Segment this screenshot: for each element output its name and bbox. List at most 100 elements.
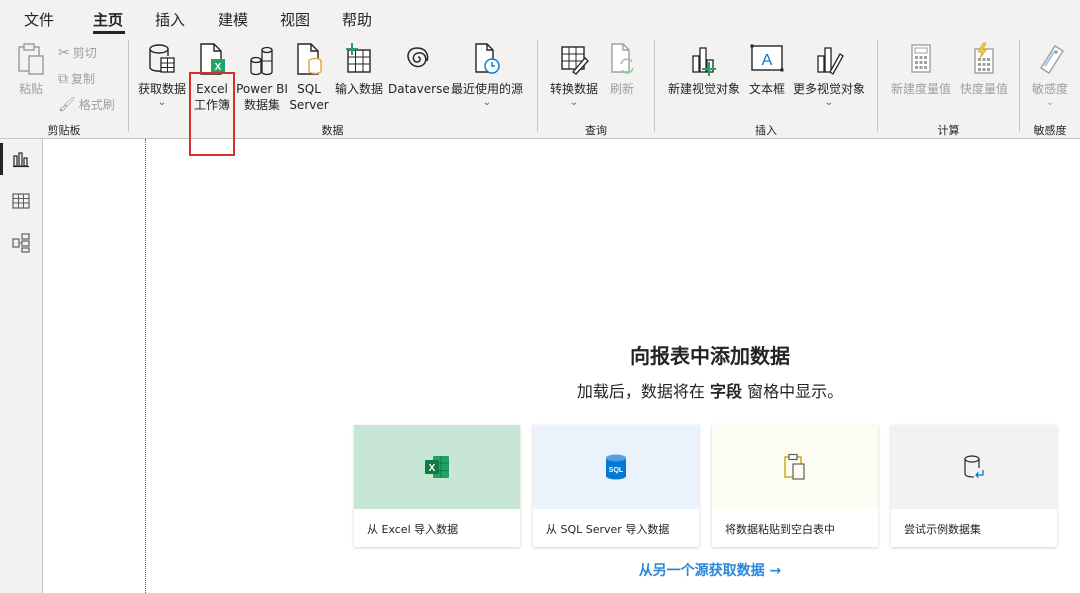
get-data-label: 获取数据 [137,82,186,96]
sample-data-icon [964,455,984,478]
sql-label-line1: SQL [297,82,321,96]
calculator-icon [911,44,931,73]
quick-measure-label: 快度量值 [959,82,1008,96]
brush-icon: 🖌 [58,96,76,113]
cut-button[interactable]: ✂ 剪切 [58,44,97,61]
import-excel-label: 从 Excel 导入数据 [367,523,459,536]
transform-data-icon [561,46,589,75]
excel-label-line2: 工作簿 [193,98,230,112]
chevron-down-icon: ⌄ [569,97,579,108]
text-box-icon: A [750,44,784,72]
quick-measure-button[interactable]: 快度量值 [956,42,1012,97]
import-excel-card[interactable]: X 从 Excel 导入数据 [354,425,520,547]
text-box-label: 文本框 [748,82,785,96]
sensitivity-button[interactable]: 敏感度 ⌄ [1024,42,1076,109]
powerbi-label-line2: 数据集 [243,98,280,112]
bar-chart-icon [13,152,29,168]
refresh-icon [611,43,634,74]
tab-insert[interactable]: 插入 [155,9,185,30]
excel-label-line1: Excel [196,82,228,96]
svg-text:X: X [215,62,222,73]
get-data-another-source-link[interactable]: 从另一个源获取数据 → [560,560,860,580]
tab-file[interactable]: 文件 [24,9,54,30]
paste-icon [18,43,44,75]
new-measure-button[interactable]: 新建度量值 [886,42,956,97]
import-sql-card[interactable]: SQL 从 SQL Server 导入数据 [533,425,699,547]
sql-database-icon: SQL [606,454,626,480]
more-visuals-icon [817,47,844,75]
model-view-button[interactable] [0,223,42,263]
tab-home[interactable]: 主页 [93,9,123,30]
dataverse-button[interactable]: Dataverse [388,42,450,97]
table-view-button[interactable] [0,181,42,221]
new-visual-icon [692,47,716,76]
data-group-label: 数据 [321,124,344,137]
empty-state-subtitle: 加载后，数据将在 字段 窗格中显示。 [510,378,910,402]
subtitle-text-before: 加载后，数据将在 [576,382,705,401]
ribbon: 粘贴 ✂ 剪切 ⧉ 复制 🖌 格式刷 剪贴板 获取数据 ⌄ X Excel 工作… [0,34,1080,156]
chevron-down-icon: ⌄ [1045,97,1055,108]
tab-modeling[interactable]: 建模 [218,9,248,30]
model-icon [12,233,30,253]
import-sql-label: 从 SQL Server 导入数据 [546,523,670,536]
subtitle-text-after: 窗格中显示。 [747,382,844,401]
dataverse-label: Dataverse [388,82,450,96]
database-icon [149,44,175,73]
active-view-indicator [0,143,3,175]
chevron-down-icon: ⌄ [157,97,167,108]
tab-view[interactable]: 视图 [280,9,310,30]
dataset-icon [250,46,273,76]
quick-measure-icon [974,42,994,74]
empty-state-title: 向报表中添加数据 [630,344,790,368]
new-visual-button[interactable]: 新建视觉对象 [663,42,745,97]
paste-button[interactable]: 粘贴 [12,42,50,97]
recent-sources-label: 最近使用的源 [450,82,523,96]
new-visual-label: 新建视觉对象 [667,82,740,96]
page-boundary [145,139,146,593]
insert-group-label: 插入 [755,124,777,137]
card-illustration: SQL [533,425,699,509]
group-divider [877,40,878,132]
card-illustration [712,425,878,509]
format-painter-button[interactable]: 🖌 格式刷 [58,96,115,113]
get-data-button[interactable]: 获取数据 ⌄ [134,42,190,109]
tab-help[interactable]: 帮助 [342,9,372,30]
group-divider [654,40,655,132]
recent-sources-button[interactable]: 最近使用的源 ⌄ [447,42,527,109]
dataverse-icon [407,47,429,68]
card-illustration [891,425,1057,509]
text-box-button[interactable]: A 文本框 [745,42,789,97]
clipboard-paste-icon [784,453,805,480]
group-divider [1019,40,1020,132]
excel-icon: X [425,456,449,478]
excel-workbook-button[interactable]: X Excel 工作簿 [190,42,234,113]
transform-data-label: 转换数据 [549,82,598,96]
refresh-label: 刷新 [609,82,634,96]
calculations-group-label: 计算 [937,124,960,137]
svg-text:SQL: SQL [609,467,624,474]
more-visuals-label: 更多视觉对象 [792,82,865,96]
sql-server-icon [297,43,322,75]
report-view-button[interactable] [0,139,42,179]
copy-button[interactable]: ⧉ 复制 [58,70,95,87]
chevron-down-icon: ⌄ [824,97,834,108]
cut-label: 剪切 [72,46,97,60]
powerbi-label-line1: Power BI [236,82,288,96]
sql-label-line2: Server [289,98,329,112]
paste-data-card[interactable]: 将数据粘贴到空白表中 [712,425,878,547]
chevron-down-icon: ⌄ [482,97,492,108]
powerbi-datasets-button[interactable]: Power BI 数据集 [236,42,288,113]
recent-file-icon [475,43,500,74]
format-painter-label: 格式刷 [78,98,115,112]
refresh-button[interactable]: 刷新 [605,42,639,97]
sql-server-button[interactable]: SQL Server [289,42,329,113]
paste-label: 粘贴 [18,82,43,96]
enter-data-button[interactable]: 输入数据 [331,42,387,97]
menu-bar: 文件 主页 插入 建模 视图 帮助 [0,0,1080,34]
sensitivity-label: 敏感度 [1031,82,1068,96]
more-visuals-button[interactable]: 更多视觉对象 ⌄ [789,42,869,109]
sample-dataset-label: 尝试示例数据集 [904,523,981,536]
transform-data-button[interactable]: 转换数据 ⌄ [545,42,603,109]
clipboard-group-label: 剪贴板 [47,124,81,137]
sample-dataset-card[interactable]: 尝试示例数据集 [891,425,1057,547]
